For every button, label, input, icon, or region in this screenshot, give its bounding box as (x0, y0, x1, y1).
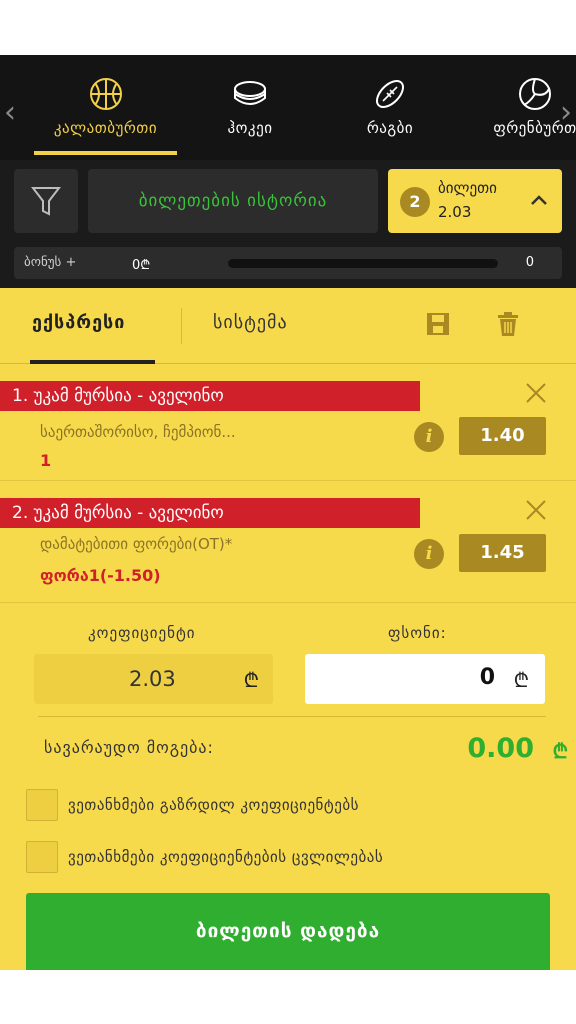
sport-tab-hockey[interactable]: ჰოკეი (195, 55, 305, 160)
bonus-count: 0 (525, 255, 534, 270)
bet-market: დამატებითი ფორები(OT)* (40, 535, 233, 553)
sport-tab-label: ჰოკეი (227, 119, 273, 137)
stake-value: 0 (479, 665, 495, 690)
save-icon[interactable] (425, 310, 451, 338)
close-icon[interactable] (524, 498, 548, 522)
top-panel: ‹ ი კალათბურთი (0, 55, 576, 288)
basketball-icon (89, 78, 122, 110)
sport-tab-label: ი (0, 119, 20, 137)
rugby-ball-icon (376, 80, 404, 108)
bet-odds: 1.40 (459, 417, 546, 455)
betslip-screen: ‹ ი კალათბურთი (0, 55, 576, 970)
accept-increased-odds-row[interactable]: ვეთანხმები გაზრდილ კოეფიციენტებს (26, 789, 556, 823)
lari-icon: ₾ (513, 668, 529, 692)
bonus-bar-row: ბონუს + 0₾ 0 (14, 247, 562, 279)
accept-increased-odds-checkbox[interactable] (26, 789, 58, 821)
trash-icon[interactable] (495, 310, 521, 338)
bet-item: 1. უკამ მურსია - აველინო საერთაშორისო, ჩ… (0, 365, 576, 481)
filter-button[interactable] (14, 169, 78, 233)
possible-win-value: 0.00 (467, 733, 534, 764)
tab-express[interactable]: ექსპრესი (32, 312, 125, 333)
checkbox-label: ვეთანხმები კოეფიციენტების ცვლილებას (68, 848, 384, 866)
sport-tab-rugby[interactable]: რაგბი (335, 55, 445, 160)
tab-divider (181, 308, 182, 344)
bet-event-title: 2. უკამ მურსია - აველინო (0, 498, 420, 528)
info-icon[interactable]: i (414, 422, 444, 452)
place-bet-button[interactable]: ბილეთის დადება (26, 893, 550, 970)
bet-odds: 1.45 (459, 534, 546, 572)
sport-tab-basketball[interactable]: კალათბურთი (34, 55, 177, 160)
ticket-toggle-button[interactable]: 2 ბილეთი 2.03 (388, 169, 562, 233)
ticket-count-badge: 2 (400, 187, 430, 217)
ticket-history-button[interactable]: ბილეთების ისტორია (88, 169, 378, 233)
bet-item: 2. უკამ მურსია - აველინო დამატებითი ფორე… (0, 482, 576, 603)
funnel-icon (31, 187, 61, 216)
accept-odds-changes-checkbox[interactable] (26, 841, 58, 873)
total-coef-value: 2.03 (129, 667, 176, 691)
chevron-up-icon (531, 195, 547, 205)
close-icon[interactable] (524, 381, 548, 405)
lari-icon: ₾ (243, 668, 259, 692)
volleyball-icon (519, 78, 551, 110)
scroll-right-icon[interactable]: › (560, 95, 572, 130)
bet-event-title: 1. უკამ მურსია - აველინო (0, 381, 420, 411)
possible-win-label: სავარაუდო მოგება: (44, 738, 214, 757)
bonus-progress-bar (228, 259, 498, 268)
total-coef-field: 2.03 ₾ (34, 654, 273, 704)
stake-input[interactable]: 0 ₾ (305, 654, 545, 704)
sports-nav: ‹ ი კალათბურთი (0, 55, 576, 160)
sport-tab-partial[interactable]: ი (0, 55, 20, 160)
bonus-label: ბონუს + (24, 255, 77, 270)
hockey-puck-icon (234, 81, 266, 105)
tab-system[interactable]: სისტემა (213, 312, 288, 333)
active-tab-underline (34, 151, 177, 155)
sport-tab-label: რაგბი (366, 119, 414, 137)
lari-icon: ₾ (552, 739, 568, 763)
bet-market: საერთაშორისო, ჩემპიონ... (40, 423, 236, 441)
bet-selection: 1 (40, 451, 52, 470)
stake-label: ფსონი: (388, 624, 447, 642)
info-icon[interactable]: i (414, 539, 444, 569)
bonus-value: 0₾ (132, 258, 151, 273)
sport-tab-label: კალათბურთი (53, 119, 158, 137)
active-tab-underline (30, 360, 155, 364)
bet-selection: ფორა1(-1.50) (40, 566, 161, 585)
coef-label: კოეფიციენტი (88, 624, 196, 642)
ticket-label: ბილეთი (438, 179, 497, 197)
checkbox-label: ვეთანხმები გაზრდილ კოეფიციენტებს (68, 796, 359, 814)
ticket-total-odds: 2.03 (438, 203, 472, 221)
accept-odds-changes-row[interactable]: ვეთანხმები კოეფიციენტების ცვლილებას (26, 841, 556, 875)
divider (38, 716, 546, 717)
betslip-tabs: ექსპრესი სისტემა (0, 288, 576, 364)
